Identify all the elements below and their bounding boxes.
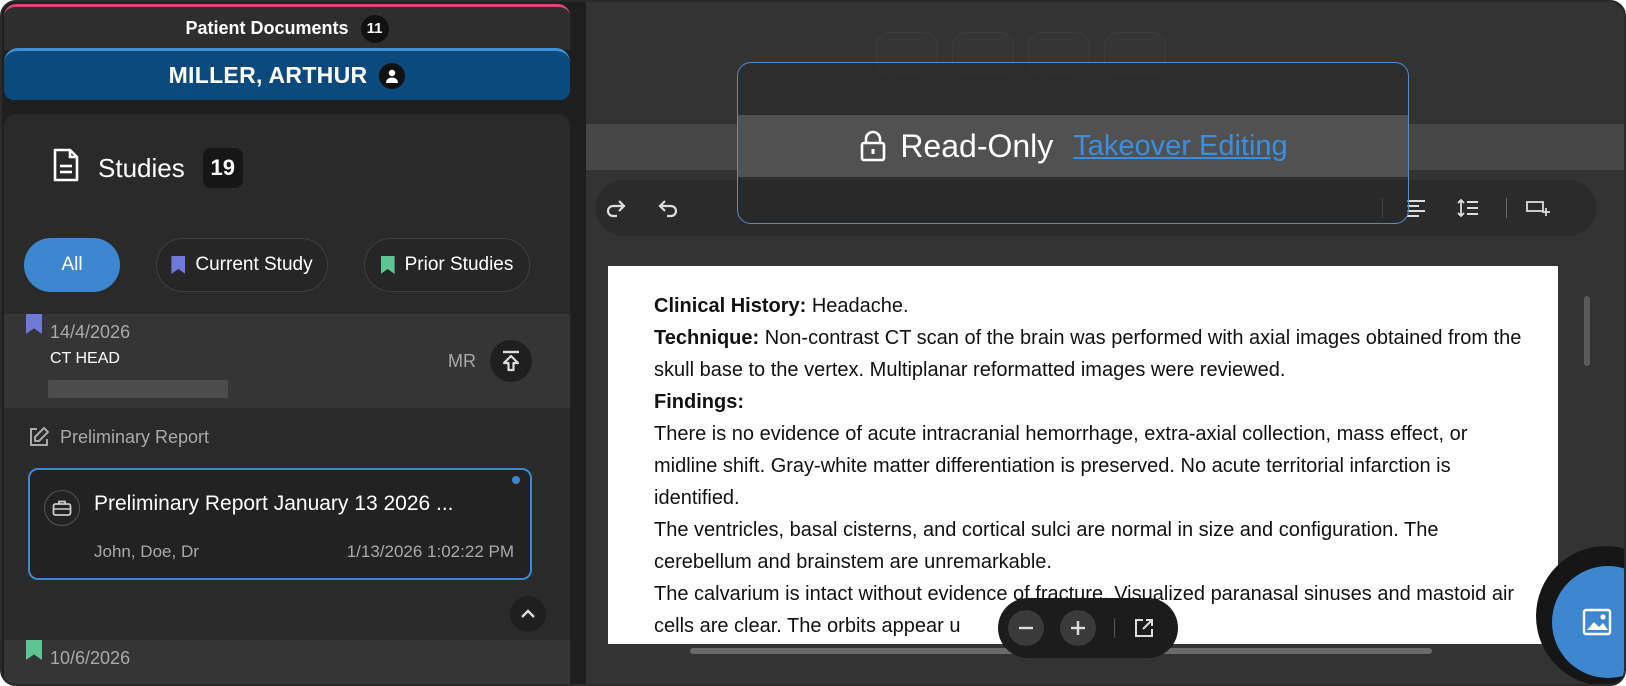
studies-count-badge: 19 <box>202 148 243 188</box>
chevron-up-icon <box>521 609 535 618</box>
undo-icon <box>658 200 678 218</box>
insert-field-icon <box>1526 201 1550 216</box>
document-icon <box>52 148 80 189</box>
filter-current-study-chip[interactable]: Current Study <box>156 238 328 292</box>
open-external-icon <box>1135 619 1153 637</box>
report-timestamp: 1/13/2026 1:02:22 PM <box>346 542 514 561</box>
zoom-controls <box>998 598 1178 658</box>
pop-out-button[interactable] <box>1126 610 1162 646</box>
upload-icon <box>502 350 520 372</box>
patient-name-bar[interactable]: MILLER, ARTHUR <box>4 48 570 100</box>
findings-label: Findings: <box>654 391 744 413</box>
documents-count-badge: 11 <box>360 14 389 43</box>
read-only-banner: Read-Only Takeover Editing <box>738 115 1408 177</box>
filter-prior-studies-chip[interactable]: Prior Studies <box>364 238 530 292</box>
takeover-editing-link[interactable]: Takeover Editing <box>1073 130 1287 163</box>
read-only-overlay: Read-Only Takeover Editing <box>737 62 1409 224</box>
line-spacing-button[interactable] <box>1454 194 1482 222</box>
toolbar-divider <box>1506 198 1507 218</box>
study-date: 14/4/2026 <box>50 322 131 342</box>
app-window: Patient Documents 11 MILLER, ARTHUR Stud… <box>0 0 1626 686</box>
report-title: Preliminary Report January 13 2026 ... <box>94 492 454 515</box>
technique-text: Non-contrast CT scan of the brain was pe… <box>654 327 1522 381</box>
findings-paragraph: There is no evidence of acute intracrani… <box>654 423 1468 509</box>
redo-button[interactable] <box>602 194 630 222</box>
findings-paragraph: The ventricles, basal cisterns, and cort… <box>654 519 1439 573</box>
align-left-icon <box>1407 200 1425 217</box>
patient-name: MILLER, ARTHUR <box>168 62 368 88</box>
read-only-label: Read-Only <box>900 127 1054 164</box>
bookmark-icon <box>171 256 186 274</box>
study-name: CT HEAD <box>50 350 120 367</box>
technique-paragraph: Technique: Non-contrast CT scan of the b… <box>654 322 1528 386</box>
studies-header: Studies 19 <box>52 146 243 190</box>
person-icon <box>379 62 406 89</box>
report-document[interactable]: Clinical History: Headache. Technique: N… <box>608 266 1558 644</box>
clinical-history-paragraph: Clinical History: Headache. <box>654 290 1528 322</box>
zoom-in-button[interactable] <box>1060 610 1096 646</box>
study-list-item[interactable]: 10/6/2026 <box>4 640 570 684</box>
insert-field-button[interactable] <box>1524 194 1552 222</box>
clinical-history-text: Headache. <box>806 295 909 317</box>
image-icon <box>1582 608 1612 636</box>
edit-icon <box>30 427 49 446</box>
report-author: John, Doe, Dr <box>94 542 199 561</box>
filter-all-label: All <box>61 254 83 275</box>
clinical-history-label: Clinical History: <box>654 295 807 317</box>
zoom-out-button[interactable] <box>1008 610 1044 646</box>
filter-all-chip[interactable]: All <box>24 238 120 292</box>
vertical-scrollbar[interactable] <box>1584 296 1590 366</box>
studies-panel: Studies 19 All Current Study Prior Studi… <box>4 114 570 684</box>
minus-icon <box>1019 626 1033 630</box>
lock-icon <box>861 130 886 162</box>
filter-current-study-label: Current Study <box>195 254 313 275</box>
zoom-divider <box>1114 618 1115 638</box>
briefcase-icon <box>52 500 72 516</box>
report-editor-panel: Read-Only Takeover Editing Clinical Hist… <box>586 2 1624 684</box>
redo-icon <box>606 200 626 218</box>
collapse-button[interactable] <box>510 596 546 632</box>
plus-icon <box>1071 621 1085 635</box>
patient-documents-label: Patient Documents <box>185 18 349 38</box>
preliminary-report-section: Preliminary Report <box>28 426 209 448</box>
preliminary-report-card[interactable]: Preliminary Report January 13 2026 ... J… <box>28 468 532 580</box>
bookmark-icon <box>380 256 395 274</box>
upload-button[interactable] <box>490 340 532 382</box>
undo-button[interactable] <box>654 194 682 222</box>
prior-study-bookmark-icon <box>26 640 42 660</box>
report-icon <box>44 490 80 526</box>
study-modality: MR <box>448 351 476 371</box>
technique-label: Technique: <box>654 327 760 349</box>
study-date: 10/6/2026 <box>50 648 131 668</box>
studies-title: Studies <box>98 152 185 183</box>
redacted-field <box>48 380 228 398</box>
filter-prior-studies-label: Prior Studies <box>404 254 514 275</box>
line-spacing-icon <box>1457 198 1478 218</box>
left-panel: Patient Documents 11 MILLER, ARTHUR Stud… <box>2 2 572 684</box>
current-study-bookmark-icon <box>26 314 42 334</box>
study-list-item[interactable]: 14/4/2026 CT HEAD MR <box>4 314 570 408</box>
unread-dot <box>512 476 520 484</box>
findings-heading: Findings: <box>654 386 1528 418</box>
preliminary-report-label: Preliminary Report <box>60 426 210 447</box>
patient-documents-header[interactable]: Patient Documents 11 <box>4 4 570 50</box>
